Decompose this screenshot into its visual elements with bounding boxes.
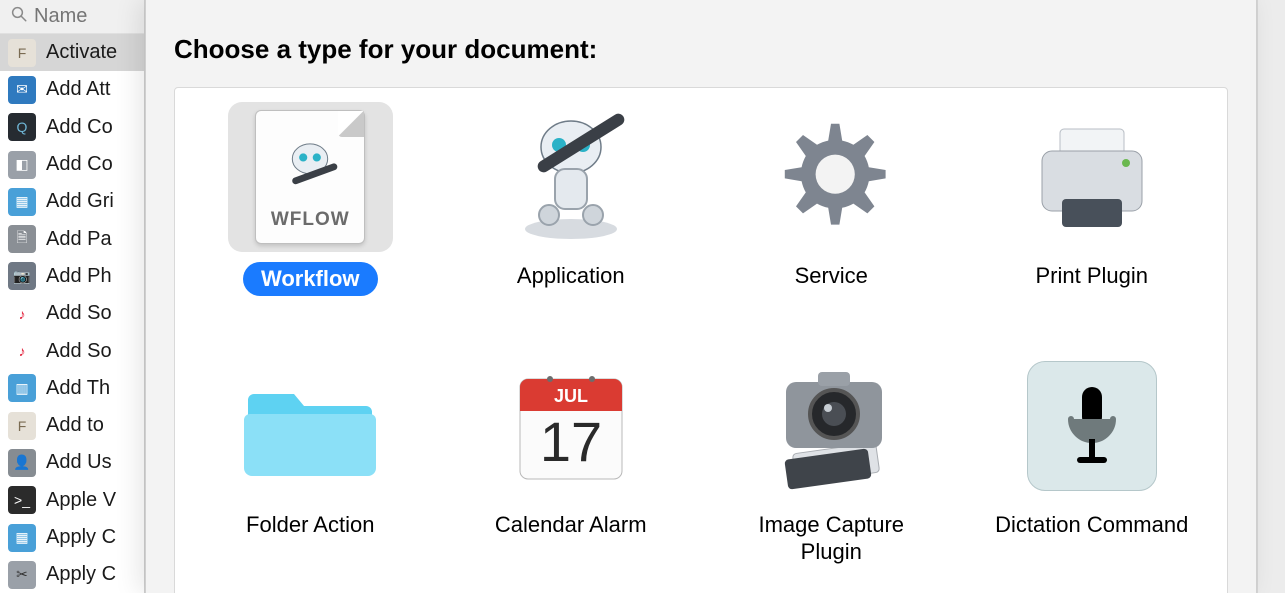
color-icon: ◧: [8, 151, 36, 179]
list-item[interactable]: ✉ Add Att: [0, 71, 144, 108]
photo-icon: 📷: [8, 262, 36, 290]
template-chooser-sheet: Choose a type for your document:: [145, 0, 1257, 593]
quicktime-icon: Q: [8, 113, 36, 141]
list-item-label: Add Pa: [46, 228, 112, 251]
list-item-label: Add So: [46, 302, 112, 325]
list-item-label: Add Co: [46, 116, 113, 139]
type-label: Image Capture Plugin: [731, 511, 931, 566]
list-item[interactable]: ♪ Add So: [0, 295, 144, 332]
list-item[interactable]: ♪ Add So: [0, 332, 144, 369]
scissors-icon: ✂: [8, 561, 36, 589]
list-item[interactable]: 🗎 Add Pa: [0, 220, 144, 257]
list-item-label: Add to: [46, 414, 104, 437]
list-item-label: Add So: [46, 340, 112, 363]
grid-icon: ▦: [8, 188, 36, 216]
list-item-label: Add Us: [46, 451, 112, 474]
search-row: [0, 0, 144, 34]
calendar-day: 17: [540, 410, 602, 473]
type-service[interactable]: Service: [706, 102, 957, 296]
type-label: Service: [795, 262, 868, 290]
page-icon: 🗎: [8, 225, 36, 253]
list-item-label: Add Th: [46, 377, 110, 400]
printer-icon: [1009, 102, 1174, 252]
calendar-month: JUL: [554, 386, 588, 406]
font-icon: F: [8, 39, 36, 67]
list-item[interactable]: ▦ Apply C: [0, 519, 144, 556]
type-dictation-command[interactable]: Dictation Command: [967, 351, 1218, 566]
list-item-label: Add Gri: [46, 190, 114, 213]
type-label: Calendar Alarm: [495, 511, 647, 539]
list-item-label: Activate: [46, 41, 117, 64]
list-item[interactable]: 👤 Add Us: [0, 444, 144, 481]
type-grid: WFLOW Workflow: [185, 102, 1217, 566]
list-item-label: Apply C: [46, 526, 116, 549]
type-label: Print Plugin: [1035, 262, 1148, 290]
user-icon: 👤: [8, 449, 36, 477]
attach-icon: ✉: [8, 76, 36, 104]
type-print-plugin[interactable]: Print Plugin: [967, 102, 1218, 296]
window-edge: [1257, 0, 1285, 593]
camera-icon: [749, 351, 914, 501]
type-grid-container: WFLOW Workflow: [174, 87, 1228, 593]
sheet-title: Choose a type for your document:: [146, 0, 1256, 87]
thumb-icon: ▥: [8, 374, 36, 402]
calendar-icon: JUL 17: [488, 351, 653, 501]
font-icon: F: [8, 412, 36, 440]
type-label: Folder Action: [246, 511, 374, 539]
service-icon: [749, 102, 914, 252]
list-item[interactable]: Q Add Co: [0, 109, 144, 146]
actions-sidebar: F Activate ✉ Add Att Q Add Co ◧ Add Co ▦ Add Gri 🗎…: [0, 0, 145, 593]
list-item[interactable]: ▦ Add Gri: [0, 183, 144, 220]
terminal-icon: >_: [8, 486, 36, 514]
list-item-label: Apply C: [46, 563, 116, 586]
list-item[interactable]: ▥ Add Th: [0, 370, 144, 407]
itunes-icon: ♪: [8, 300, 36, 328]
list-item-label: Add Att: [46, 78, 111, 101]
type-label: Dictation Command: [995, 511, 1188, 539]
list-item-label: Apple V: [46, 489, 116, 512]
itunes-icon: ♪: [8, 337, 36, 365]
list-item-label: Add Ph: [46, 265, 112, 288]
list-item[interactable]: F Add to: [0, 407, 144, 444]
wflow-badge: WFLOW: [271, 209, 350, 231]
list-item[interactable]: ✂ Apply C: [0, 556, 144, 593]
dictation-icon: [1009, 351, 1174, 501]
type-image-capture-plugin[interactable]: Image Capture Plugin: [706, 351, 957, 566]
list-item[interactable]: 📷 Add Ph: [0, 258, 144, 295]
actions-list: F Activate ✉ Add Att Q Add Co ◧ Add Co ▦ Add Gri 🗎…: [0, 34, 144, 593]
type-application[interactable]: Application: [446, 102, 697, 296]
type-calendar-alarm[interactable]: JUL 17 Calendar Alarm: [446, 351, 697, 566]
list-item[interactable]: F Activate: [0, 34, 144, 71]
type-label: Application: [517, 262, 625, 290]
list-item[interactable]: >_ Apple V: [0, 482, 144, 519]
type-folder-action[interactable]: Folder Action: [185, 351, 436, 566]
list-item-label: Add Co: [46, 153, 113, 176]
folder-icon: [228, 351, 393, 501]
application-icon: [488, 102, 653, 252]
list-item[interactable]: ◧ Add Co: [0, 146, 144, 183]
type-label: Workflow: [243, 262, 378, 296]
apply-icon: ▦: [8, 524, 36, 552]
workflow-icon: WFLOW: [228, 102, 393, 252]
type-workflow[interactable]: WFLOW Workflow: [185, 102, 436, 296]
search-icon: [10, 5, 28, 28]
